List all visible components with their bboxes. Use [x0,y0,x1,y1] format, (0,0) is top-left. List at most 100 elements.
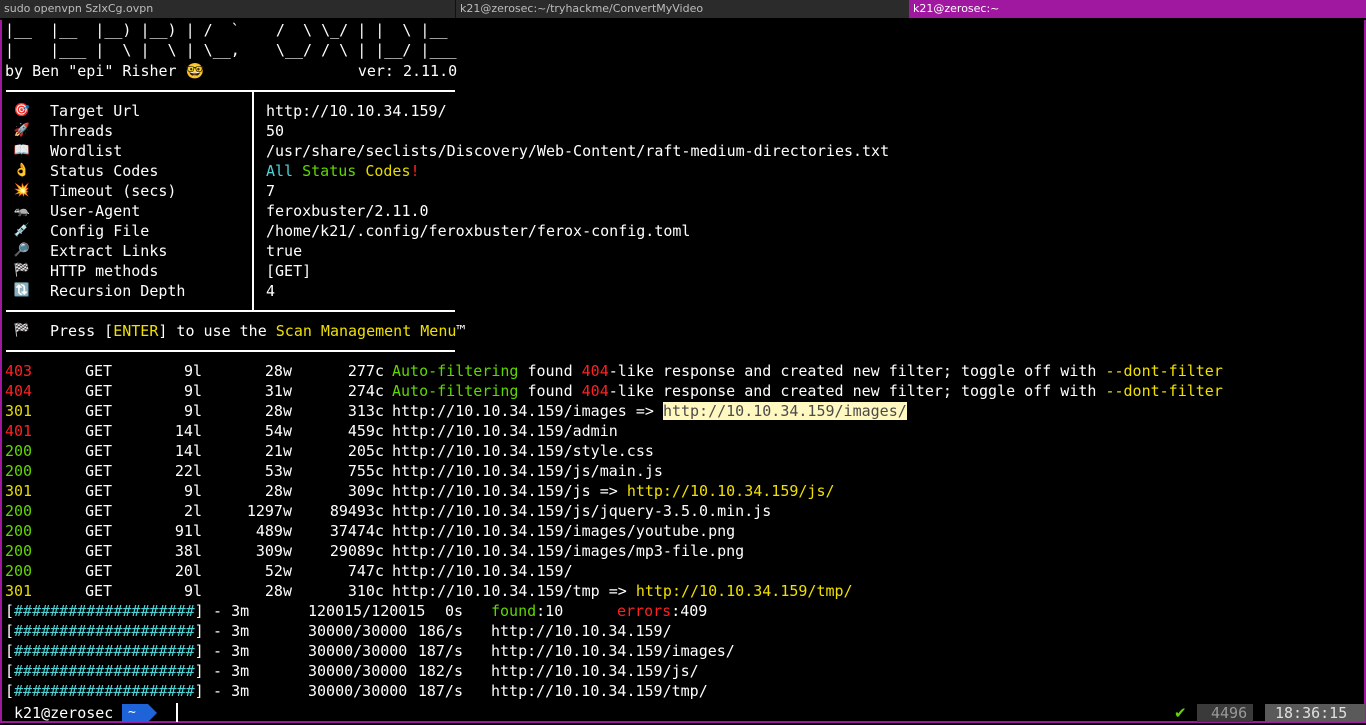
redirect-target[interactable]: http://10.10.34.159/images/ [662,402,907,420]
char-count: 274c [347,382,384,400]
word-count: 21w [264,442,292,460]
banner-author: by Ben "epi" Risher 🤓 ver: 2.11.0 [5,62,458,80]
elapsed-time: - 3m [204,662,259,680]
config-label: Config File [50,222,150,240]
config-value: [GET] [266,262,312,280]
magnifier-icon: 🔎 [13,243,31,258]
auto-filter-label: Auto-filtering [392,362,519,380]
config-label: Target Url [50,102,141,120]
checkered-flag-icon: 🏁 [13,263,31,278]
syringe-icon: 💉 [13,223,31,238]
result-row: 200 GET 38l 309w 29089c http://10.10.34.159/i… [2,541,1362,561]
result-message: Auto-filtering found 404-like response a… [392,361,1223,381]
status-code: 200 [5,442,33,460]
result-url[interactable]: http://10.10.34.159/admin [392,422,618,440]
line-count: 38l [174,542,202,560]
word-count: 489w [255,522,292,540]
status-code: 301 [5,402,33,420]
config-top-rule [6,90,455,92]
progress-bar-fill: #################### [14,662,195,680]
line-count: 14l [174,422,202,440]
char-count: 747c [347,562,384,580]
redirect-target[interactable]: http://10.10.34.159/tmp/ [636,582,853,600]
http-method: GET [85,482,113,500]
word-count: 31w [264,382,292,400]
scanned-url[interactable]: http://10.10.34.159/js/ [491,661,699,681]
result-row: 200 GET 14l 21w 205c http://10.10.34.159/styl… [2,441,1362,461]
char-count: 37474c [329,522,384,540]
result-url[interactable]: http://10.10.34.159/images [392,402,627,420]
collision-icon: 💥 [13,183,31,198]
result-url[interactable]: http://10.10.34.159/images/youtube.png [392,522,735,540]
status-codes-part: All [266,162,294,180]
result-row: 301 GET 9l 28w 313c http://10.10.34.159/image… [2,401,1362,421]
dont-filter-flag: --dont-filter [1105,362,1223,380]
result-message: http://10.10.34.159/style.css [392,441,654,461]
found-text: found [518,382,582,400]
http-method: GET [85,562,113,580]
redirect-arrow: => [599,582,636,600]
banner-art-line-2: | |___ | \ | \ | \__, \__/ / \ | |__/ |_… [5,41,457,59]
result-message: http://10.10.34.159/images/youtube.png [392,521,735,541]
request-count: 30000/30000 [308,662,408,680]
elapsed-time: - 3m [204,682,259,700]
config-value: All Status Codes! [266,161,420,181]
http-method: GET [85,582,113,600]
config-value: 7 [266,182,276,200]
http-method: GET [85,462,113,480]
config-value: /home/k21/.config/feroxbuster/ferox-conf… [266,222,691,240]
result-url[interactable]: http://10.10.34.159/style.css [392,442,654,460]
progress-bar: [####################] [5,682,204,700]
result-row: 200 GET 20l 52w 747c http://10.10.34.159/ [2,561,1362,581]
status-code: 301 [5,482,33,500]
tab-convertmyvideo[interactable]: k21@zerosec:~/tryhackme/ConvertMyVideo [455,0,908,18]
result-url[interactable]: http://10.10.34.159/images/mp3-file.png [392,542,744,560]
config-column-rule [252,90,254,311]
history-count: 4496 [1197,704,1254,722]
config-label: Timeout (secs) [50,182,177,200]
line-count: 9l [183,362,202,380]
result-url[interactable]: http://10.10.34.159/js [392,482,591,500]
found-value: :10 [536,602,564,620]
config-value: 4 [266,282,276,300]
config-label: HTTP methods [50,262,159,280]
status-code: 401 [5,422,33,440]
result-url[interactable]: http://10.10.34.159/js/jquery-3.5.0.min.… [392,502,771,520]
request-count: 30000/30000 [308,682,408,700]
status-code: 200 [5,462,33,480]
scanned-url[interactable]: http://10.10.34.159/images/ [491,641,735,661]
result-message: http://10.10.34.159/images => http://10.… [392,401,907,421]
result-message: http://10.10.34.159/admin [392,421,618,441]
request-rate: 182/s [417,662,463,680]
banner-art-line-1: |__ |__ |__) |__) | / ` / \ \_/ | | \ |_… [5,21,448,39]
dont-filter-flag: --dont-filter [1105,382,1223,400]
result-url[interactable]: http://10.10.34.159/ [392,562,573,580]
progress-row: [####################] - 3m 30000/30000 1… [2,681,1362,701]
progress-bar: [####################] [5,622,204,640]
prompt-directory: ~ [122,704,157,722]
result-row: 200 GET 2l 1297w 89493c http://10.10.34.159/j… [2,501,1362,521]
filter-message: -like response and created new filter; t… [608,362,1106,380]
status-code: 200 [5,542,33,560]
text-cursor[interactable] [176,703,178,722]
result-message: http://10.10.34.159/tmp => http://10.10.… [392,581,853,601]
redirect-target[interactable]: http://10.10.34.159/js/ [627,482,835,500]
checkered-flag-icon: 🏁 [13,323,31,338]
auto-filter-label: Auto-filtering [392,382,519,400]
word-count: 28w [264,482,292,500]
tab-openvpn[interactable]: sudo openvpn SzIxCg.ovpn [0,0,454,18]
tab-home-active[interactable]: k21@zerosec:~ [909,0,1366,18]
badger-icon: 🦡 [13,203,31,218]
char-count: 89493c [329,502,384,520]
result-url[interactable]: http://10.10.34.159/tmp [392,582,600,600]
config-label: Status Codes [50,162,159,180]
result-row: 403 GET 9l 28w 277c Auto-filtering found 404-… [2,361,1362,381]
scanned-url[interactable]: http://10.10.34.159/tmp/ [491,681,708,701]
result-url[interactable]: http://10.10.34.159/js/main.js [392,462,663,480]
redirect-arrow: => [590,482,627,500]
config-label: Recursion Depth [50,282,186,300]
config-value: /usr/share/seclists/Discovery/Web-Conten… [266,142,890,160]
filter-message: -like response and created new filter; t… [608,382,1106,400]
terminal-pane[interactable]: |__ |__ |__) |__) | / ` / \ \_/ | | \ |_… [0,20,1366,723]
scanned-url[interactable]: http://10.10.34.159/ [491,621,672,641]
